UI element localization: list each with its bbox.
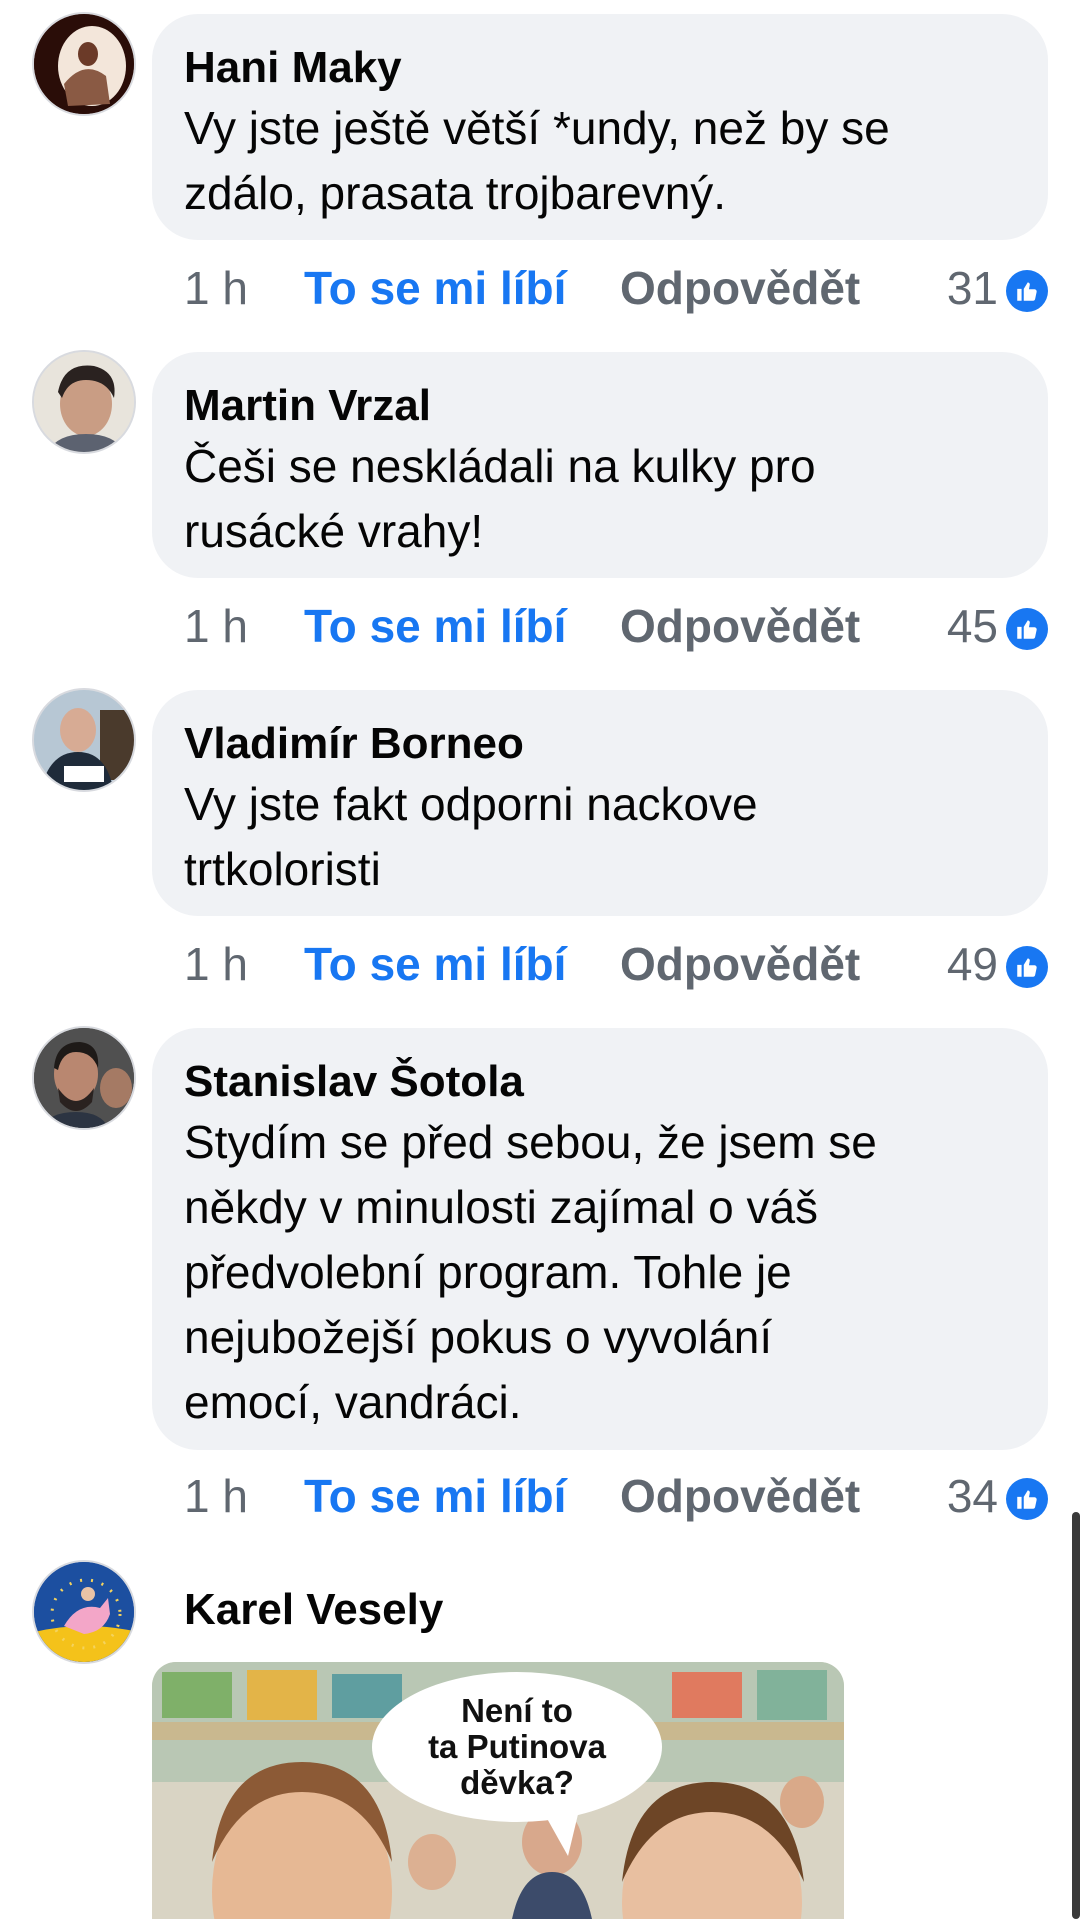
- avatar-photo: [34, 1562, 134, 1662]
- scrollbar[interactable]: [1072, 1512, 1080, 1919]
- comment-text-line: nejubožejší pokus o vyvolání: [184, 1311, 773, 1363]
- comment-author[interactable]: Karel Vesely: [184, 1582, 443, 1638]
- reaction-count[interactable]: 34: [947, 1468, 998, 1524]
- avatar-photo: [34, 1028, 134, 1128]
- reply-button[interactable]: Odpovědět: [620, 1468, 860, 1524]
- meme-caption-line: Není to: [461, 1692, 573, 1729]
- comment-actions: 1 h To se mi líbí Odpovědět 45: [184, 598, 1048, 654]
- comment-author[interactable]: Martin Vrzal: [184, 378, 1016, 434]
- comment-text-line: Vy jste fakt odporni nackove: [184, 778, 758, 830]
- comment-actions: 1 h To se mi líbí Odpovědět 34: [184, 1468, 1048, 1524]
- reaction-count[interactable]: 49: [947, 936, 998, 992]
- like-button[interactable]: To se mi líbí: [304, 936, 566, 992]
- meme-caption-line: ta Putinova: [428, 1728, 606, 1765]
- comment-text: Češi se neskládali na kulky pro rusácké …: [184, 434, 1016, 564]
- comment-author[interactable]: Vladimír Borneo: [184, 716, 1016, 772]
- comment-text-line: Češi se neskládali na kulky pro: [184, 440, 816, 492]
- comment-bubble: Martin Vrzal Češi se neskládali na kulky…: [152, 352, 1048, 578]
- comment-text: Stydím se před sebou, že jsem se někdy v…: [184, 1110, 1016, 1435]
- avatar[interactable]: [32, 1026, 136, 1130]
- comment-time[interactable]: 1 h: [184, 936, 248, 992]
- like-button[interactable]: To se mi líbí: [304, 260, 566, 316]
- comment-text-line: Stydím se před sebou, že jsem se: [184, 1116, 877, 1168]
- like-thumb-icon[interactable]: [1006, 608, 1048, 650]
- comment-text-line: předvolební program. Tohle je: [184, 1246, 792, 1298]
- avatar-photo: [34, 352, 134, 452]
- comment-actions: 1 h To se mi líbí Odpovědět 31: [184, 260, 1048, 316]
- comment-author[interactable]: Hani Maky: [184, 40, 1016, 96]
- speech-tail-icon: [540, 1806, 580, 1856]
- like-button[interactable]: To se mi líbí: [304, 1468, 566, 1524]
- meme-caption-line: děvka?: [460, 1764, 574, 1801]
- comment-time[interactable]: 1 h: [184, 598, 248, 654]
- comment-bubble: Vladimír Borneo Vy jste fakt odporni nac…: [152, 690, 1048, 916]
- comment-text-line: emocí, vandráci.: [184, 1376, 522, 1428]
- avatar[interactable]: [32, 1560, 136, 1664]
- speech-bubble: Není to ta Putinova děvka?: [372, 1672, 662, 1822]
- comment-text-line: rusácké vrahy!: [184, 505, 484, 557]
- avatar[interactable]: [32, 12, 136, 116]
- comment-text: Vy jste fakt odporni nackove trtkolorist…: [184, 772, 1016, 902]
- avatar[interactable]: [32, 350, 136, 454]
- comment-text-line: někdy v minulosti zajímal o váš: [184, 1181, 819, 1233]
- avatar-photo: [34, 14, 134, 114]
- comment-text: Vy jste ještě větší *undy, než by se zdá…: [184, 96, 1016, 226]
- comment-author[interactable]: Stanislav Šotola: [184, 1054, 1016, 1110]
- comment-time[interactable]: 1 h: [184, 260, 248, 316]
- like-thumb-icon[interactable]: [1006, 1478, 1048, 1520]
- like-thumb-icon[interactable]: [1006, 946, 1048, 988]
- reaction-count[interactable]: 45: [947, 598, 998, 654]
- reaction-count[interactable]: 31: [947, 260, 998, 316]
- like-thumb-icon[interactable]: [1006, 270, 1048, 312]
- avatar-photo: [34, 690, 134, 790]
- comment-text-line: trtkoloristi: [184, 843, 381, 895]
- comment-bubble: Hani Maky Vy jste ještě větší *undy, než…: [152, 14, 1048, 240]
- comment-text-line: zdálo, prasata trojbarevný.: [184, 167, 727, 219]
- reply-button[interactable]: Odpovědět: [620, 936, 860, 992]
- reply-button[interactable]: Odpovědět: [620, 260, 860, 316]
- comment-bubble: Stanislav Šotola Stydím se před sebou, ž…: [152, 1028, 1048, 1450]
- like-button[interactable]: To se mi líbí: [304, 598, 566, 654]
- reply-button[interactable]: Odpovědět: [620, 598, 860, 654]
- comment-time[interactable]: 1 h: [184, 1468, 248, 1524]
- comment-text-line: Vy jste ještě větší *undy, než by se: [184, 102, 890, 154]
- comment-actions: 1 h To se mi líbí Odpovědět 49: [184, 936, 1048, 992]
- avatar[interactable]: [32, 688, 136, 792]
